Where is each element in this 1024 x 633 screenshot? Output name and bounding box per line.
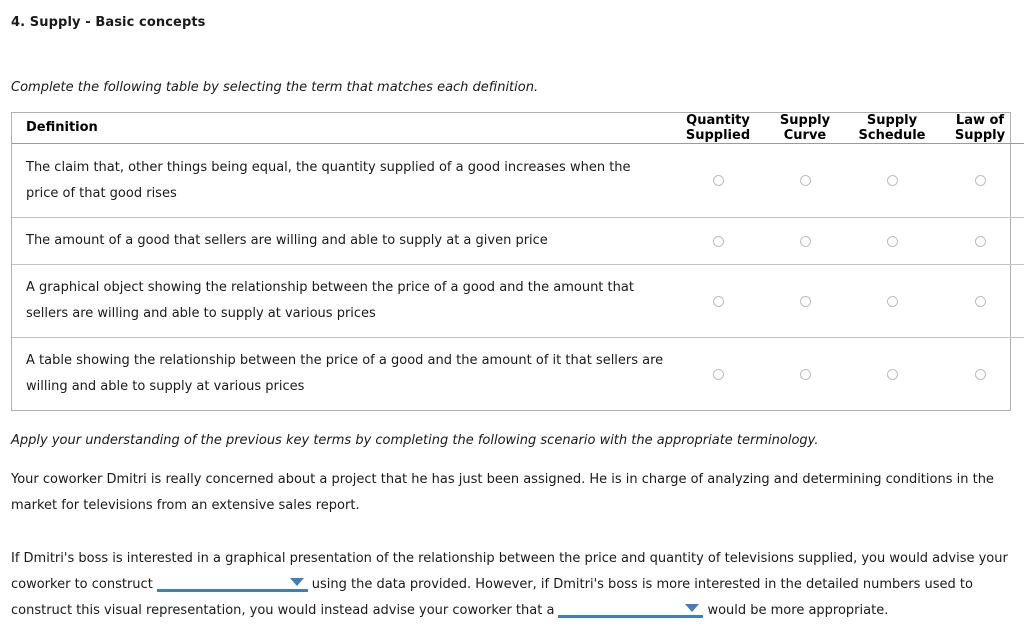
apply-instruction-text: Apply your understanding of the previous… — [11, 433, 819, 448]
column-header-supply-schedule: Supply Schedule — [848, 113, 936, 144]
radio-cell-quantity-supplied[interactable] — [674, 144, 762, 218]
definition-cell: A table showing the relationship between… — [12, 337, 674, 410]
radio-button[interactable] — [799, 295, 811, 307]
radio-button[interactable] — [974, 235, 986, 247]
radio-cell-quantity-supplied[interactable] — [674, 337, 762, 410]
column-header-line1: Quantity — [686, 113, 750, 128]
scenario-fill-in-text: If Dmitri's boss is interested in a grap… — [11, 546, 1013, 624]
radio-button[interactable] — [799, 368, 811, 380]
fill-text-part3: would be more appropriate. — [707, 603, 889, 618]
column-header-line2: Supply — [954, 128, 1006, 143]
column-header-line2: Curve — [783, 128, 827, 143]
definition-cell: The claim that, other things being equal… — [26, 159, 631, 201]
radio-cell-supply-schedule[interactable] — [848, 144, 936, 218]
radio-cell-supply-curve[interactable] — [762, 337, 848, 410]
radio-cell-law-of-supply[interactable] — [936, 217, 1024, 265]
definition-cell: A graphical object showing the relations… — [12, 264, 674, 338]
radio-button[interactable] — [712, 235, 724, 247]
column-header-line2: Schedule — [858, 128, 926, 143]
radio-button[interactable] — [712, 175, 724, 186]
radio-cell-law-of-supply[interactable] — [936, 337, 1024, 410]
definition-cell: The amount of a good that sellers are wi… — [12, 217, 674, 265]
radio-button[interactable] — [712, 368, 724, 380]
table-row: The amount of a good that sellers are wi… — [12, 217, 1024, 265]
radio-cell-law-of-supply[interactable] — [936, 144, 1024, 218]
column-header-line1: Supply — [866, 113, 918, 128]
worksheet-page: 4. Supply - Basic concepts Complete the … — [0, 0, 1024, 633]
table-header-row: Definition Quantity Supplied Supply Curv… — [12, 113, 1024, 144]
column-header-line1: Law of — [955, 113, 1005, 128]
radio-button[interactable] — [886, 295, 898, 307]
radio-cell-quantity-supplied[interactable] — [674, 217, 762, 265]
radio-cell-supply-curve[interactable] — [762, 217, 848, 265]
radio-cell-quantity-supplied[interactable] — [674, 264, 762, 338]
scenario-story-text: Your coworker Dmitri is really concerned… — [11, 472, 994, 513]
radio-cell-supply-curve[interactable] — [762, 264, 848, 338]
column-header-law-of-supply: Law of Supply — [936, 113, 1024, 144]
page-title: 4. Supply - Basic concepts — [11, 15, 206, 30]
radio-cell-supply-curve[interactable] — [762, 144, 848, 218]
column-header-supply-curve: Supply Curve — [762, 113, 848, 144]
radio-button[interactable] — [886, 175, 898, 186]
column-header-line2: Supplied — [685, 128, 751, 143]
radio-button[interactable] — [974, 368, 986, 380]
radio-button[interactable] — [974, 295, 986, 307]
radio-button[interactable] — [886, 235, 898, 247]
dropdown-table-term[interactable] — [558, 600, 704, 618]
chevron-down-icon — [685, 604, 700, 612]
radio-button[interactable] — [712, 295, 724, 307]
radio-cell-supply-schedule[interactable] — [848, 217, 936, 265]
column-header-quantity-supplied: Quantity Supplied — [674, 113, 762, 144]
radio-button[interactable] — [886, 368, 898, 380]
matching-table: Definition Quantity Supplied Supply Curv… — [11, 112, 1024, 411]
radio-button[interactable] — [799, 235, 811, 247]
table-row: A graphical object showing the relations… — [12, 264, 1024, 338]
radio-cell-law-of-supply[interactable] — [936, 264, 1024, 338]
dropdown-graphical-term[interactable] — [156, 574, 308, 592]
table-row: The claim that, other things being equal… — [12, 144, 1024, 218]
column-header-line1: Supply — [779, 113, 831, 128]
table-row: A table showing the relationship between… — [12, 337, 1024, 410]
radio-cell-supply-schedule[interactable] — [848, 337, 936, 410]
column-header-definition: Definition — [12, 113, 674, 144]
chevron-down-icon — [289, 578, 304, 586]
radio-button[interactable] — [974, 175, 986, 186]
instruction-text: Complete the following table by selectin… — [11, 80, 539, 95]
radio-cell-supply-schedule[interactable] — [848, 264, 936, 338]
radio-button[interactable] — [799, 175, 811, 186]
